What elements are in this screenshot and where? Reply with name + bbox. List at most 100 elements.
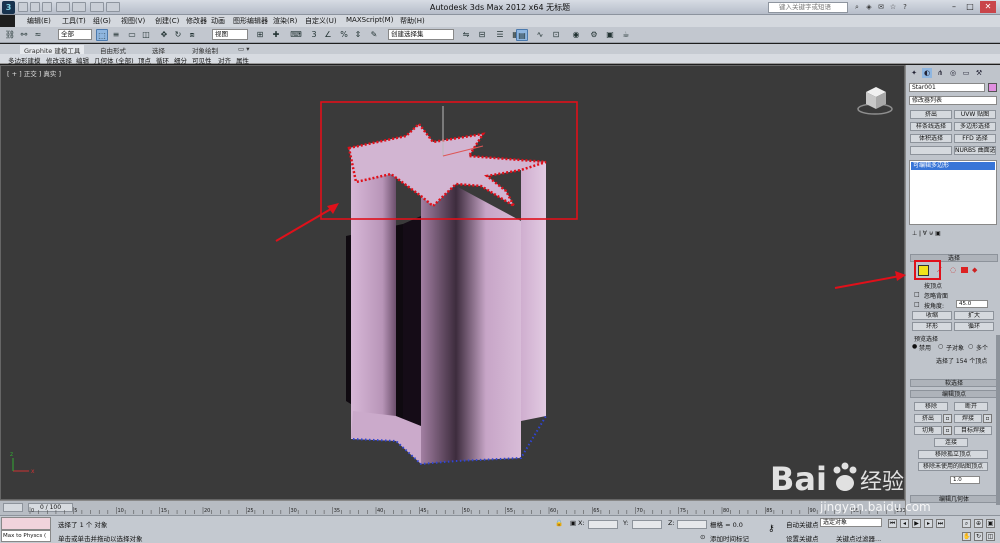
curve-editor-icon[interactable]: ∿ [534,29,546,41]
ffd-select-button[interactable]: FFD 选择 [954,134,996,143]
window-crossing-icon[interactable]: ◫ [140,29,152,41]
menu-create[interactable]: 创建(C) [155,16,179,26]
favorites-icon[interactable]: ☆ [888,2,898,12]
display-tab-icon[interactable]: ▭ [961,68,971,78]
pan-icon[interactable]: ✋ [962,532,971,541]
maximize-icon[interactable]: □ [962,1,978,13]
panel-scrollbar[interactable] [996,335,1000,505]
edit-named-sets-icon[interactable]: ✎ [368,29,380,41]
chamfer-button[interactable]: 切角 [914,426,942,435]
pivot-center-icon[interactable]: ⊞ [254,29,266,41]
utilities-tab-icon[interactable]: ⚒ [974,68,984,78]
open-file-icon[interactable] [30,2,40,12]
ribbon-align[interactable]: 对齐 [218,55,231,65]
save-file-icon[interactable] [42,2,52,12]
by-vertex-label[interactable]: 按顶点 [924,281,942,290]
render-setup-icon[interactable]: ⚙ [588,29,600,41]
border-mode-icon[interactable]: ◌ [950,266,956,274]
next-frame-icon[interactable]: ▸ [924,519,933,528]
menu-rendering[interactable]: 渲染(R) [273,16,297,26]
bind-space-warp-icon[interactable]: ≈ [32,29,44,41]
select-move-icon[interactable]: ✥ [158,29,170,41]
remove-button[interactable]: 移除 [914,402,948,411]
lock-selection-icon[interactable]: 🔒 [555,519,563,527]
spinner-snap-icon[interactable]: ⇕ [352,29,364,41]
minimize-icon[interactable]: – [946,1,962,13]
preview-subobject-radio[interactable]: ○ [938,343,943,350]
ribbon-polygon-modeling[interactable]: 多边形建模 [8,55,41,65]
ignore-backfacing-checkbox[interactable]: □ [914,291,920,298]
percent-snap-icon[interactable]: % [338,29,350,41]
z-coord-field[interactable] [677,520,707,529]
ring-button[interactable]: 环形 [912,322,952,331]
connect-button[interactable]: 连接 [934,438,968,447]
menu-edit[interactable]: 编辑(E) [27,16,51,26]
menu-customize[interactable]: 自定义(U) [305,16,337,26]
ribbon-vertices[interactable]: 顶点 [138,55,151,65]
angle-field[interactable]: 45.0 [956,300,988,308]
undo-icon[interactable] [56,2,70,12]
soft-selection-rollout[interactable]: 软选择 [910,379,998,387]
create-tab-icon[interactable]: ✦ [909,68,919,78]
zoom-all-icon[interactable]: ⊕ [974,519,983,528]
object-name-field[interactable]: Star001 [909,83,985,92]
align-icon[interactable]: ⊟ [476,29,488,41]
goto-start-icon[interactable]: ⏮ [888,519,897,528]
ribbon-visibility[interactable]: 可见性 [192,55,212,65]
mirror-icon[interactable]: ⇋ [460,29,472,41]
x-coord-field[interactable] [588,520,618,529]
zoom-icon[interactable]: ⌕ [962,519,971,528]
perspective-viewport[interactable]: [ + ] 正交 ] 真实 ] x z [0,65,905,500]
y-coord-field[interactable] [632,520,662,529]
weld-settings-icon[interactable]: ▫ [983,414,992,423]
stack-tools-icons[interactable]: ⊥ ǀ ∀ ⊎ ▣ [912,230,941,237]
hierarchy-tab-icon[interactable]: ⋔ [935,68,945,78]
object-color-swatch[interactable] [988,83,997,92]
weld-button[interactable]: 焊接 [954,414,982,423]
select-manipulate-icon[interactable]: ✚ [270,29,282,41]
keyboard-shortcut-icon[interactable]: ⌨ [290,29,302,41]
snap-toggle-icon[interactable]: 3 [308,29,320,41]
subscription-icon[interactable]: ◈ [864,2,874,12]
polygon-mode-icon[interactable] [961,267,968,273]
ribbon-geometry[interactable]: 几何体 (全部) [94,55,134,65]
menu-maxscript[interactable]: MAXScript(M) [346,16,393,24]
remove-isolated-button[interactable]: 移除孤立顶点 [918,450,988,459]
rect-selection-icon[interactable]: ▭ [126,29,138,41]
ribbon-options-icon[interactable]: ▭ ▾ [238,45,249,53]
rendered-frame-icon[interactable]: ▣ [604,29,616,41]
preview-multi-radio[interactable]: ○ [968,343,973,350]
key-mode-dropdown[interactable]: 选定对象 [820,518,882,527]
add-time-tag[interactable]: 添加时间标记 [710,533,749,543]
search-icon[interactable]: ⌕ [852,2,862,12]
close-icon[interactable]: ✕ [980,1,996,13]
maxscript-mini-input[interactable]: Max to Physcs ( [1,530,51,542]
communication-icon[interactable]: ✉ [876,2,886,12]
help-icon[interactable]: ? [900,2,910,12]
schematic-view-icon[interactable]: ⊡ [550,29,562,41]
ribbon-modify-selection[interactable]: 修改选择 [46,55,72,65]
nurbs-surface-select-button[interactable]: NURBS 曲面选择 [954,146,996,155]
select-rotate-icon[interactable]: ↻ [172,29,184,41]
absolute-mode-icon[interactable]: ▣ [570,519,576,527]
key-filters-button[interactable]: 关键点过滤器... [836,533,881,543]
select-link-icon[interactable]: ⛓ [4,29,16,41]
ribbon-properties[interactable]: 属性 [236,55,249,65]
ribbon-edit[interactable]: 编辑 [76,55,89,65]
loop-button[interactable]: 循环 [954,322,994,331]
layer-manager-icon[interactable]: ☰ [494,29,506,41]
new-file-icon[interactable] [18,2,28,12]
grow-button[interactable]: 扩大 [954,311,994,320]
modify-tab-icon[interactable]: ◐ [922,68,932,78]
menu-group[interactable]: 组(G) [93,16,111,26]
menu-animation[interactable]: 动画 [211,16,225,26]
select-scale-icon[interactable]: ⧈ [186,29,198,41]
shrink-button[interactable]: 收缩 [912,311,952,320]
break-button[interactable]: 断开 [954,402,988,411]
named-selection-dropdown[interactable]: 创建选择集 [388,29,454,40]
time-tag-icon[interactable]: ⊙ [700,533,705,541]
menu-help[interactable]: 帮助(H) [400,16,425,26]
ribbon-toggle-icon[interactable]: ▤ [516,29,528,41]
goto-end-icon[interactable]: ⏭ [936,519,945,528]
zoom-extents-icon[interactable]: ▣ [986,519,995,528]
